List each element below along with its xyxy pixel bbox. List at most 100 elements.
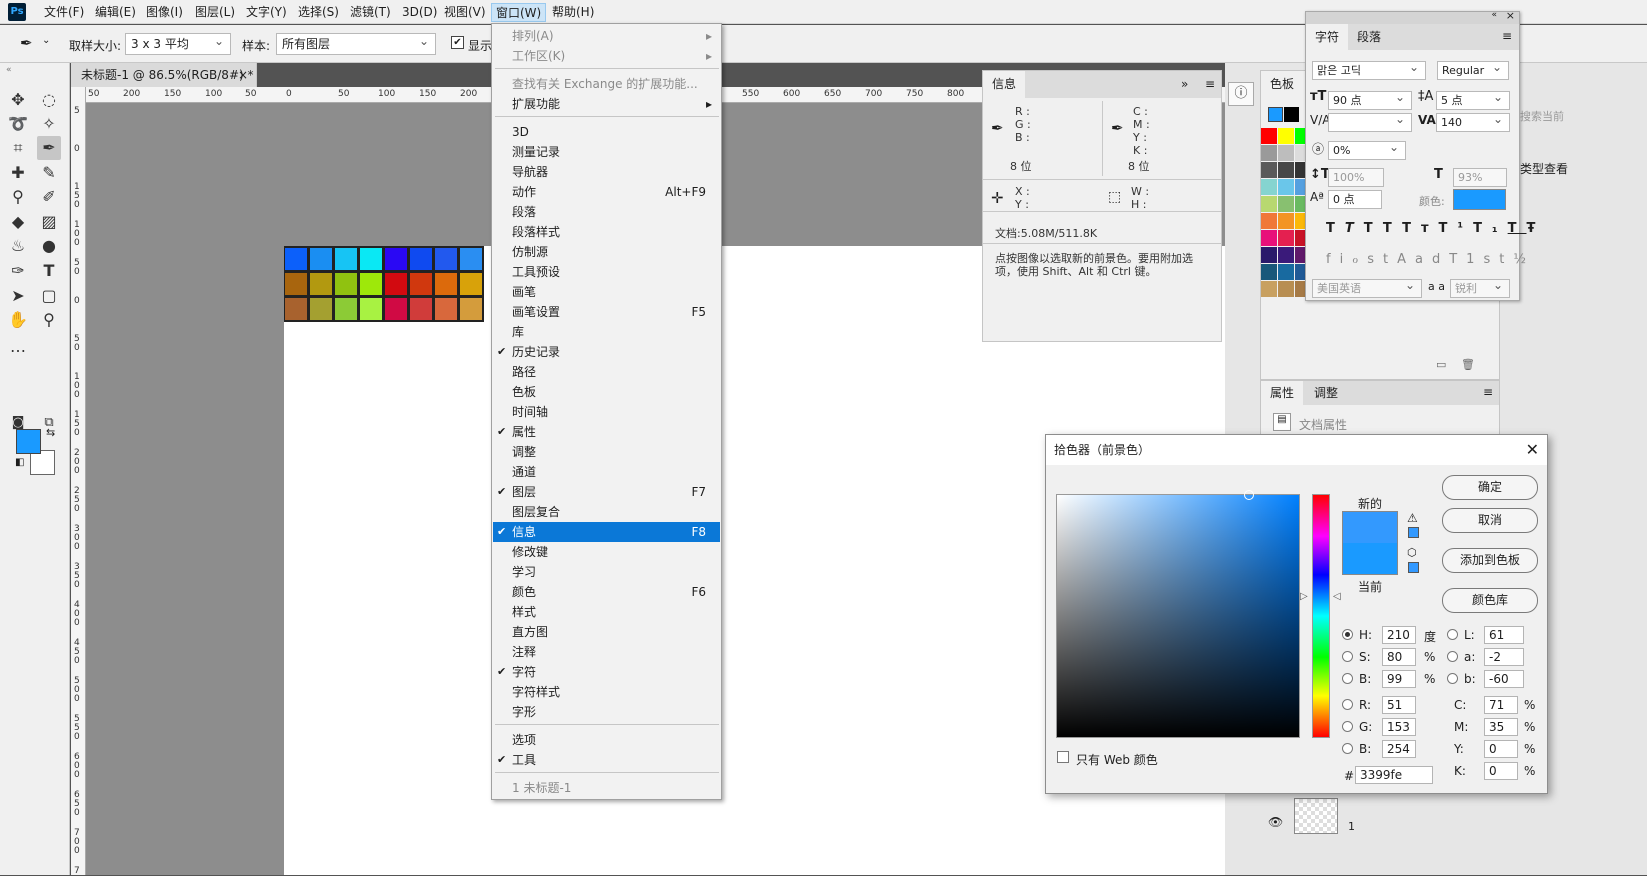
lab-b-input[interactable]: -60 bbox=[1484, 670, 1524, 688]
window-menu-item[interactable]: 调整 bbox=[493, 442, 720, 462]
discretionary-ligature-icon[interactable]: ℴ bbox=[1352, 252, 1367, 267]
swatch-cell[interactable] bbox=[1261, 145, 1277, 161]
window-menu-item[interactable]: 排列(A) ▸ bbox=[493, 26, 720, 46]
window-menu-item[interactable]: 仿制源 bbox=[493, 242, 720, 262]
window-menu-item[interactable]: 颜色 F6 bbox=[493, 582, 720, 602]
window-menu-item[interactable]: ✔ 历史记录 bbox=[493, 342, 720, 362]
window-menu-item[interactable]: 工作区(K) ▸ bbox=[493, 46, 720, 66]
quick-mask-icon[interactable]: ◙ bbox=[6, 411, 30, 435]
menu-3d[interactable]: 3D(D) bbox=[398, 3, 441, 22]
brightness-input[interactable]: 99 bbox=[1382, 670, 1416, 688]
web-only-checkbox[interactable] bbox=[1057, 751, 1069, 763]
swash-icon[interactable]: st bbox=[1367, 252, 1397, 267]
window-menu-item[interactable]: ✔ 属性 bbox=[493, 422, 720, 442]
tab-adjustments[interactable]: 调整 bbox=[1305, 381, 1347, 405]
delete-icon[interactable]: 🗑 bbox=[1461, 358, 1475, 371]
window-menu-item[interactable]: 导航器 bbox=[493, 162, 720, 182]
close-icon[interactable]: × bbox=[1506, 9, 1515, 22]
ligature-icon[interactable]: fi bbox=[1326, 252, 1352, 267]
tab-character[interactable]: 字符 bbox=[1306, 24, 1349, 50]
swatch-cell[interactable] bbox=[1278, 128, 1294, 144]
window-menu-item[interactable]: 1 未标题-1 bbox=[493, 778, 720, 798]
hue-slider-right-arrow[interactable]: ◁ bbox=[1333, 591, 1341, 602]
strikethrough-icon[interactable]: Ŧ bbox=[1527, 221, 1546, 236]
hue-slider[interactable] bbox=[1312, 494, 1330, 738]
k-input[interactable]: 0 bbox=[1484, 762, 1518, 780]
window-menu-item[interactable]: 工具预设 bbox=[493, 262, 720, 282]
move-tool-icon[interactable]: ✥ bbox=[6, 88, 30, 112]
swatch-cell[interactable] bbox=[1278, 281, 1294, 297]
web-safe-cube-icon[interactable]: ⬡ bbox=[1407, 546, 1417, 559]
window-menu-item[interactable]: 修改键 bbox=[493, 542, 720, 562]
font-family-select[interactable]: 맑은 고딕 bbox=[1312, 59, 1426, 80]
m-input[interactable]: 35 bbox=[1484, 718, 1518, 736]
kerning-input[interactable] bbox=[1328, 111, 1412, 132]
leading-input[interactable]: 5 点 bbox=[1436, 89, 1510, 110]
visibility-eye-icon[interactable]: 👁 bbox=[1268, 815, 1283, 829]
window-menu-item[interactable]: 路径 bbox=[493, 362, 720, 382]
color-cursor[interactable] bbox=[1244, 490, 1254, 500]
swatch-cell[interactable] bbox=[1261, 128, 1277, 144]
path-selection-tool-icon[interactable]: ➤ bbox=[6, 284, 30, 308]
clone-stamp-tool-icon[interactable]: ⚲ bbox=[6, 185, 30, 209]
menu-help[interactable]: 帮助(H) bbox=[548, 3, 598, 22]
swatch-cell[interactable] bbox=[1278, 145, 1294, 161]
swatch-cell[interactable] bbox=[1278, 264, 1294, 280]
swatch-cell[interactable] bbox=[1261, 264, 1277, 280]
menu-select[interactable]: 选择(S) bbox=[294, 3, 343, 22]
layer-thumbnail[interactable] bbox=[1294, 798, 1338, 834]
gradient-tool-icon[interactable]: ▨ bbox=[37, 210, 61, 234]
underline-icon[interactable]: T bbox=[1508, 221, 1527, 236]
menu-window[interactable]: 窗口(W) bbox=[491, 3, 547, 22]
window-menu-item[interactable]: 样式 bbox=[493, 602, 720, 622]
bg-swatch[interactable] bbox=[1284, 107, 1299, 122]
swatch-cell[interactable] bbox=[1278, 230, 1294, 246]
saturation-brightness-field[interactable] bbox=[1056, 494, 1300, 738]
menu-image[interactable]: 图像(I) bbox=[142, 3, 187, 22]
horizontal-scale-input[interactable]: 93% bbox=[1453, 168, 1507, 187]
window-menu-item[interactable]: 扩展功能 ▸ bbox=[493, 94, 720, 114]
tab-properties[interactable]: 属性 bbox=[1261, 381, 1304, 405]
screen-mode-icon[interactable]: ⧉ bbox=[37, 411, 61, 435]
gamut-warning-icon[interactable]: ⚠ bbox=[1407, 511, 1418, 525]
ordinal-icon[interactable]: 1st bbox=[1466, 252, 1513, 267]
type-tool-icon[interactable]: T bbox=[37, 259, 61, 283]
fg-swatch[interactable] bbox=[1268, 107, 1283, 122]
window-menu-item[interactable]: 字符样式 bbox=[493, 682, 720, 702]
font-style-select[interactable]: Regular bbox=[1437, 59, 1509, 80]
faux-bold-icon[interactable]: T bbox=[1326, 221, 1345, 236]
window-menu-item[interactable]: ✔ 字符 bbox=[493, 662, 720, 682]
show-ring-checkbox[interactable]: ✔ bbox=[451, 36, 464, 49]
sample-select[interactable]: 所有图层 bbox=[276, 31, 436, 55]
chevron-down-icon[interactable]: ⌄ bbox=[42, 35, 50, 46]
dodge-tool-icon[interactable]: ● bbox=[37, 234, 61, 258]
y-input[interactable]: 0 bbox=[1484, 740, 1518, 758]
swatch-cell[interactable] bbox=[1261, 196, 1277, 212]
all-caps-icon[interactable]: TT bbox=[1364, 221, 1402, 236]
swatch-cell[interactable] bbox=[1261, 247, 1277, 263]
cancel-button[interactable]: 取消 bbox=[1442, 508, 1538, 533]
font-size-input[interactable]: 90 点 bbox=[1328, 89, 1412, 110]
hand-tool-icon[interactable]: ✋ bbox=[6, 308, 30, 332]
new-swatch-icon[interactable]: ▭ bbox=[1436, 358, 1446, 371]
close-tab-icon[interactable]: × bbox=[238, 63, 248, 87]
web-safe-swatch[interactable] bbox=[1408, 562, 1419, 573]
brightness-radio[interactable] bbox=[1342, 673, 1353, 684]
menu-file[interactable]: 文件(F) bbox=[40, 3, 88, 22]
r-radio[interactable] bbox=[1342, 699, 1353, 710]
crop-tool-icon[interactable]: ⌗ bbox=[6, 136, 30, 160]
ok-button[interactable]: 确定 bbox=[1442, 475, 1538, 500]
baseline-shift-input[interactable]: 0 点 bbox=[1328, 190, 1382, 209]
menu-filter[interactable]: 滤镜(T) bbox=[346, 3, 395, 22]
history-brush-tool-icon[interactable]: ✐ bbox=[37, 185, 61, 209]
ornament-icon[interactable]: T bbox=[1449, 252, 1466, 267]
l-input[interactable]: 61 bbox=[1484, 626, 1524, 644]
lab-b-radio[interactable] bbox=[1447, 673, 1458, 684]
add-to-swatches-button[interactable]: 添加到色板 bbox=[1442, 548, 1538, 573]
window-menu-item[interactable]: 画笔设置 F5 bbox=[493, 302, 720, 322]
blur-tool-icon[interactable]: ♨ bbox=[6, 234, 30, 258]
menu-edit[interactable]: 编辑(E) bbox=[91, 3, 140, 22]
hex-input[interactable]: 3399fe bbox=[1355, 766, 1433, 784]
healing-brush-tool-icon[interactable]: ✚ bbox=[6, 161, 30, 185]
window-menu-item[interactable]: 画笔 bbox=[493, 282, 720, 302]
